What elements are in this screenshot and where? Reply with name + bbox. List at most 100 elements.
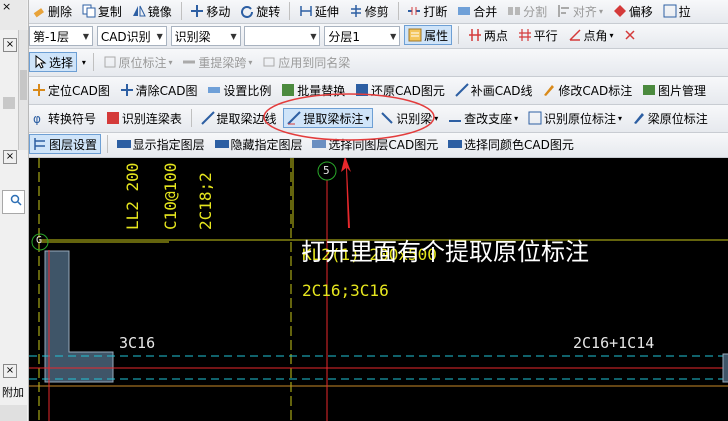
select-same-color-button[interactable]: 选择同颜色CAD图元 — [445, 134, 577, 154]
select-dropdown-arrow[interactable]: ▾ — [81, 52, 87, 72]
extend-button[interactable]: 延伸 — [296, 1, 342, 21]
scale-icon — [207, 83, 221, 97]
close-icon[interactable]: × — [3, 364, 17, 378]
trim-icon — [349, 4, 363, 18]
identify-original-annotation-button[interactable]: 识别原位标注 ▾ — [525, 108, 625, 128]
cad-canvas[interactable]: 5 G LL2 200 C10@100 2C18;2 KL2(1) 200x50… — [29, 158, 728, 421]
separator — [289, 2, 291, 20]
left-panel-footer — [0, 405, 27, 421]
parallel-icon — [518, 28, 532, 42]
separator — [106, 135, 108, 153]
identify-beam-button[interactable]: 识别梁 ▾ — [377, 108, 441, 128]
batch-replace-button[interactable]: 批量替换 — [278, 80, 348, 100]
set-scale-button[interactable]: 设置比例 — [204, 80, 274, 100]
toolbar-beam: φ 转换符号 识别连梁表 提取梁边线 提取梁标注 ▾ 识别梁 ▾ 查改支座 ▾ 识别原位… — [29, 105, 728, 133]
close-icon[interactable]: × — [3, 150, 17, 164]
apply-same-name-button[interactable]: 应用到同名梁 — [259, 52, 353, 72]
point-angle-button[interactable]: 点角 ▾ — [565, 25, 617, 45]
extend-icon — [299, 4, 313, 18]
layer-settings-button[interactable]: 图层设置 — [29, 134, 102, 154]
beam-rebar-top: 2C16;3C16 — [302, 281, 389, 300]
separator — [190, 109, 192, 127]
copy-button[interactable]: 复制 — [79, 1, 125, 21]
search-box[interactable] — [2, 190, 25, 214]
locate-cad-button[interactable]: 定位CAD图 — [29, 80, 113, 100]
mode-select[interactable]: CAD识别 ▼ — [96, 26, 167, 46]
trim-button[interactable]: 修剪 — [346, 1, 392, 21]
split-button[interactable]: 分割 — [504, 1, 550, 21]
cad-icon — [312, 137, 327, 151]
identify-icon — [528, 111, 542, 125]
convert-symbol-button[interactable]: φ 转换符号 — [29, 108, 99, 128]
search-icon[interactable] — [10, 194, 22, 209]
separator — [457, 26, 459, 44]
identify-continuous-beam-table-button[interactable]: 识别连梁表 — [103, 108, 185, 128]
mirror-icon — [132, 4, 146, 18]
rebar-label-right: 2C16+1C14 — [573, 334, 655, 352]
extract-beam-edge-button[interactable]: 提取梁边线 — [198, 108, 280, 128]
cursor-icon — [33, 54, 47, 69]
move-button[interactable]: 移动 — [187, 1, 233, 21]
beam-original-annotation-button[interactable]: 梁原位标注 — [629, 108, 711, 128]
left-dock-panel: × × × × 附加 — [0, 0, 29, 421]
axis-label-5: 5 — [323, 164, 330, 177]
layer-select[interactable]: 分层1 ▼ — [324, 26, 401, 46]
merge-icon — [457, 4, 471, 18]
merge-button[interactable]: 合并 — [454, 1, 500, 21]
annotation-note: 打开里面有个提取原位标注 — [301, 238, 589, 266]
edit-icon — [542, 83, 556, 97]
break-button[interactable]: 打断 — [404, 1, 450, 21]
image-manage-button[interactable]: 图片管理 — [639, 80, 709, 100]
add-cad-line-button[interactable]: 补画CAD线 — [452, 80, 536, 100]
parallel-button[interactable]: 平行 — [515, 25, 561, 45]
beam-label-ll2: LL2 200 — [123, 162, 142, 230]
edit-icon — [632, 111, 646, 125]
annotation-icon — [103, 55, 117, 69]
support-icon — [448, 111, 462, 125]
floor-select[interactable]: 第-1层 ▼ — [29, 26, 93, 46]
line-icon — [454, 83, 469, 97]
left-panel-scrollbar[interactable] — [18, 30, 28, 150]
separator — [180, 2, 182, 20]
mirror-button[interactable]: 镜像 — [129, 1, 175, 21]
re-extract-span-button[interactable]: 重提梁跨 ▾ — [179, 52, 255, 72]
beam-label-c10: C10@100 — [161, 162, 180, 230]
add-label[interactable]: 附加 — [2, 384, 24, 400]
rebar-label-left: 3C16 — [119, 334, 156, 352]
close-icon[interactable]: × — [3, 38, 17, 52]
break-icon — [407, 4, 421, 18]
cross-icon — [623, 28, 637, 42]
check-support-button[interactable]: 查改支座 ▾ — [445, 108, 521, 128]
select-same-layer-button[interactable]: 选择同图层CAD图元 — [309, 134, 441, 154]
properties-icon — [408, 28, 422, 42]
delete-button[interactable]: 删除 — [29, 1, 75, 21]
close-icon[interactable]: × — [2, 0, 11, 13]
select-button[interactable]: 选择 — [29, 52, 78, 72]
rotate-button[interactable]: 旋转 — [237, 1, 283, 21]
restore-cad-button[interactable]: 还原CAD图元 — [352, 80, 448, 100]
two-points-icon — [468, 28, 482, 42]
clear-cad-button[interactable]: 清除CAD图 — [117, 80, 201, 100]
offset-icon — [613, 4, 627, 18]
clear-icon — [120, 83, 134, 97]
type-select[interactable]: 识别梁 ▼ — [170, 26, 241, 46]
extra-tool-button[interactable] — [620, 25, 642, 45]
apply-icon — [262, 55, 276, 69]
extract-beam-annotation-button[interactable]: 提取梁标注 ▾ — [283, 108, 374, 128]
align-button[interactable]: 对齐 ▾ — [554, 1, 606, 21]
align-icon — [557, 4, 571, 18]
original-annotation-button[interactable]: 原位标注 ▾ — [100, 52, 176, 72]
modify-cad-annotation-button[interactable]: 修改CAD标注 — [539, 80, 635, 100]
hide-layer-button[interactable]: 隐藏指定图层 — [212, 134, 306, 154]
stretch-button[interactable]: 拉 — [660, 1, 694, 21]
symbol-icon: φ — [32, 111, 46, 126]
scroll-thumb[interactable] — [3, 97, 15, 109]
properties-button[interactable]: 属性 — [404, 25, 453, 45]
two-points-button[interactable]: 两点 — [465, 25, 511, 45]
axis-label-g: G — [36, 235, 43, 246]
blank-select[interactable]: ▼ — [244, 26, 321, 46]
point-angle-icon — [568, 28, 582, 42]
offset-button[interactable]: 偏移 — [610, 1, 656, 21]
show-layer-button[interactable]: 显示指定图层 — [114, 134, 208, 154]
locate-icon — [32, 83, 46, 97]
